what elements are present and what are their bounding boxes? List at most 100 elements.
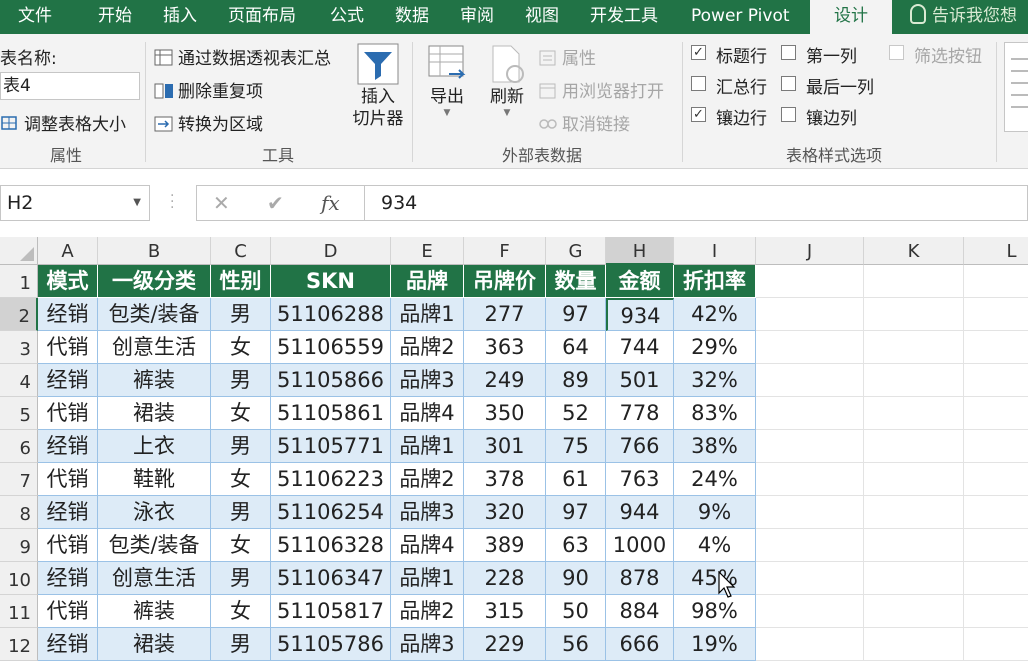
cell-e8[interactable]: 品牌3 — [391, 496, 464, 529]
cell-d6[interactable]: 51105771 — [271, 430, 391, 463]
cell-e11[interactable]: 品牌2 — [391, 595, 464, 628]
cell-k2[interactable] — [864, 298, 964, 331]
cell-d7[interactable]: 51106223 — [271, 463, 391, 496]
summarize-pivot-button[interactable]: 通过数据透视表汇总 — [154, 44, 331, 69]
tab-formulas[interactable]: 公式 — [330, 0, 364, 34]
tab-view[interactable]: 视图 — [525, 0, 559, 34]
convert-to-range-button[interactable]: 转换为区域 — [154, 110, 263, 135]
table-header-cell[interactable]: 性别 — [211, 265, 271, 298]
refresh-button[interactable]: 刷新 ▼ — [482, 42, 532, 138]
table-style-gallery[interactable] — [1004, 42, 1028, 132]
cell-j1[interactable] — [756, 265, 864, 298]
cell-k8[interactable] — [864, 496, 964, 529]
cell-k3[interactable] — [864, 331, 964, 364]
cell-e2[interactable]: 品牌1 — [391, 298, 464, 331]
name-box[interactable]: H2 ▼ — [0, 185, 150, 221]
cell-f2[interactable]: 277 — [464, 298, 546, 331]
column-header-h[interactable]: H — [606, 237, 674, 265]
properties-button[interactable]: 属性 — [538, 44, 596, 69]
cell-b2[interactable]: 包类/装备 — [98, 298, 211, 331]
tab-power-pivot[interactable]: Power Pivot — [691, 0, 790, 34]
cell-i2[interactable]: 42% — [674, 298, 756, 331]
cell-k5[interactable] — [864, 397, 964, 430]
cell-g9[interactable]: 63 — [546, 529, 606, 562]
cell-l2[interactable] — [964, 298, 1028, 331]
open-in-browser-button[interactable]: 用浏览器打开 — [538, 77, 664, 102]
cell-a9[interactable]: 代销 — [38, 529, 98, 562]
insert-function-icon[interactable]: fx — [321, 186, 340, 220]
column-header-e[interactable]: E — [391, 237, 464, 265]
row-header-1[interactable]: 1 — [0, 265, 38, 298]
cell-l10[interactable] — [964, 562, 1028, 595]
row-header-8[interactable]: 8 — [0, 496, 38, 529]
cell-d3[interactable]: 51106559 — [271, 331, 391, 364]
tab-design[interactable]: 设计 — [810, 0, 892, 35]
cell-d2[interactable]: 51106288 — [271, 298, 391, 331]
cell-c6[interactable]: 男 — [211, 430, 271, 463]
cell-c8[interactable]: 男 — [211, 496, 271, 529]
table-header-cell[interactable]: 一级分类 — [98, 265, 211, 298]
cell-c2[interactable]: 男 — [211, 298, 271, 331]
row-header-4[interactable]: 4 — [0, 364, 38, 397]
column-header-l[interactable]: L — [964, 237, 1028, 265]
cell-k7[interactable] — [864, 463, 964, 496]
row-header-10[interactable]: 10 — [0, 562, 38, 595]
table-header-cell[interactable]: 折扣率 — [674, 265, 756, 298]
cell-l3[interactable] — [964, 331, 1028, 364]
cell-f3[interactable]: 363 — [464, 331, 546, 364]
insert-slicer-button[interactable]: 插入 切片器 — [350, 42, 406, 138]
cell-b8[interactable]: 泳衣 — [98, 496, 211, 529]
cell-d11[interactable]: 51105817 — [271, 595, 391, 628]
cell-e3[interactable]: 品牌2 — [391, 331, 464, 364]
cell-b10[interactable]: 创意生活 — [98, 562, 211, 595]
first-column-checkbox[interactable] — [781, 45, 796, 60]
cell-e5[interactable]: 品牌4 — [391, 397, 464, 430]
cell-h6[interactable]: 766 — [606, 430, 674, 463]
column-header-b[interactable]: B — [98, 237, 211, 265]
row-header-6[interactable]: 6 — [0, 430, 38, 463]
cell-j6[interactable] — [756, 430, 864, 463]
cell-h2[interactable]: 934 — [606, 298, 674, 331]
table-header-cell[interactable]: 吊牌价 — [464, 265, 546, 298]
cell-h7[interactable]: 763 — [606, 463, 674, 496]
column-header-f[interactable]: F — [464, 237, 546, 265]
cell-g5[interactable]: 52 — [546, 397, 606, 430]
cell-c11[interactable]: 女 — [211, 595, 271, 628]
cell-l9[interactable] — [964, 529, 1028, 562]
cell-a5[interactable]: 代销 — [38, 397, 98, 430]
column-header-g[interactable]: G — [546, 237, 606, 265]
cell-a3[interactable]: 代销 — [38, 331, 98, 364]
cell-c5[interactable]: 女 — [211, 397, 271, 430]
tab-home[interactable]: 开始 — [98, 0, 132, 34]
cell-f9[interactable]: 389 — [464, 529, 546, 562]
column-header-j[interactable]: J — [756, 237, 864, 265]
cell-b3[interactable]: 创意生活 — [98, 331, 211, 364]
cell-d4[interactable]: 51105866 — [271, 364, 391, 397]
cell-e10[interactable]: 品牌1 — [391, 562, 464, 595]
cell-b6[interactable]: 上衣 — [98, 430, 211, 463]
cell-b11[interactable]: 裤装 — [98, 595, 211, 628]
cell-g7[interactable]: 61 — [546, 463, 606, 496]
cell-a10[interactable]: 经销 — [38, 562, 98, 595]
row-header-5[interactable]: 5 — [0, 397, 38, 430]
cell-l7[interactable] — [964, 463, 1028, 496]
cell-g2[interactable]: 97 — [546, 298, 606, 331]
resize-table-button[interactable]: 调整表格大小 — [0, 110, 126, 135]
column-header-i[interactable]: I — [674, 237, 756, 265]
cell-h3[interactable]: 744 — [606, 331, 674, 364]
cell-j10[interactable] — [756, 562, 864, 595]
cell-j5[interactable] — [756, 397, 864, 430]
cell-f7[interactable]: 378 — [464, 463, 546, 496]
cell-i8[interactable]: 9% — [674, 496, 756, 529]
cell-g4[interactable]: 89 — [546, 364, 606, 397]
remove-duplicates-button[interactable]: 删除重复项 — [154, 77, 263, 102]
select-all-button[interactable] — [0, 237, 38, 265]
cell-h5[interactable]: 778 — [606, 397, 674, 430]
cell-g11[interactable]: 50 — [546, 595, 606, 628]
cell-b5[interactable]: 裙装 — [98, 397, 211, 430]
cell-c4[interactable]: 男 — [211, 364, 271, 397]
row-header-2[interactable]: 2 — [0, 298, 38, 331]
column-header-k[interactable]: K — [864, 237, 964, 265]
cell-l11[interactable] — [964, 595, 1028, 628]
row-header-11[interactable]: 11 — [0, 595, 38, 628]
